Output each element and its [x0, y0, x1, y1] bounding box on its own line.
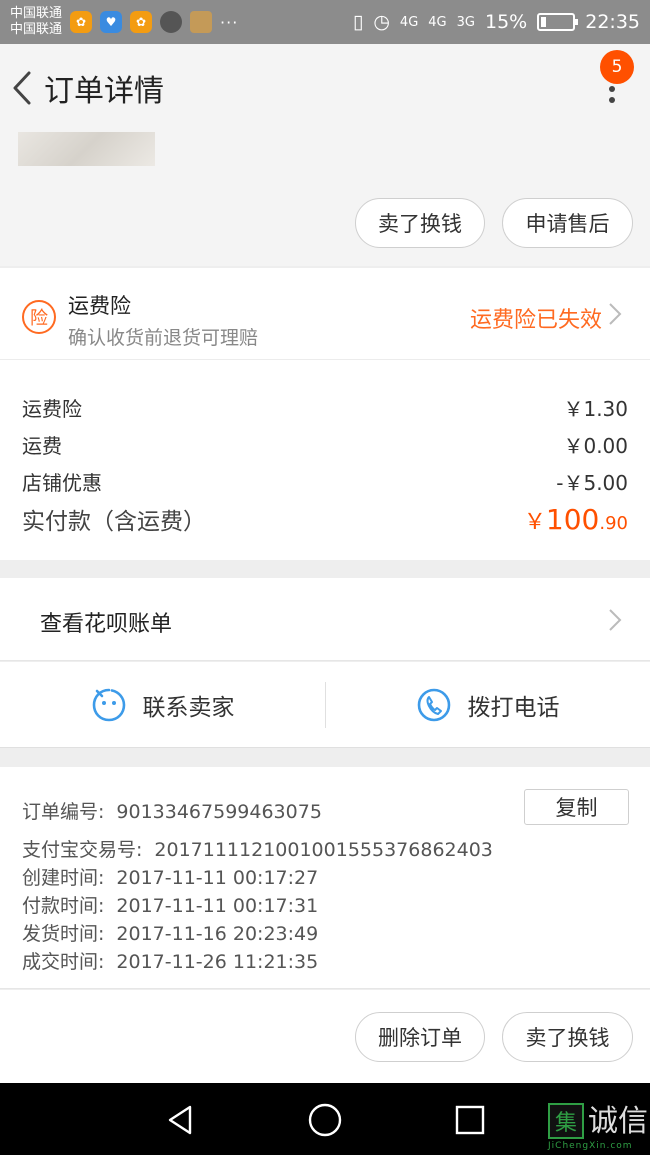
price-amount: -￥5.00 [556, 471, 628, 495]
price-label: 店铺优惠 [22, 471, 102, 495]
contact-seller-button[interactable]: 联系卖家 [0, 662, 325, 748]
system-nav-bar: 集 诚信 JiChengXin.com [0, 1083, 650, 1155]
product-section: 卖了换钱 申请售后 [0, 132, 650, 266]
shipping-insurance-row[interactable]: 险 运费险 确认收货前退货可理赔 运费险已失效 [0, 268, 650, 360]
call-phone-button[interactable]: 拨打电话 [325, 662, 650, 748]
price-row: 店铺优惠 -￥5.00 [22, 467, 628, 496]
completed-time-label: 成交时间: [22, 951, 105, 973]
price-label: 运费 [22, 434, 62, 458]
notification-icons: ✿ ♥ ✿ ··· [70, 11, 238, 33]
sell-for-cash-button[interactable]: 卖了换钱 [355, 198, 485, 248]
back-button[interactable] [2, 44, 42, 132]
created-time-value: 2017-11-11 00:17:27 [116, 867, 319, 889]
page-header: 订单详情 5 [0, 44, 650, 132]
system-indicators: ▯ ◷ 4G 4G 3G 15% 22:35 [353, 11, 640, 33]
insurance-subtitle: 确认收货前退货可理赔 [68, 327, 259, 349]
page-title: 订单详情 [44, 74, 164, 109]
huabei-bill-row[interactable]: 查看花呗账单 [0, 578, 650, 661]
vibrate-icon: ▯ [352, 11, 364, 33]
price-amount: ￥0.00 [563, 434, 628, 458]
network-3g-label: 3G [456, 14, 475, 30]
price-row: 运费 ￥0.00 [22, 430, 628, 459]
network-4g-label: 4G [399, 14, 419, 30]
uc-browser-icon-2: ✿ [130, 11, 153, 33]
contact-bar: 联系卖家 拨打电话 [0, 662, 650, 748]
shipped-time-row: 发货时间: 2017-11-16 20:23:49 [22, 919, 318, 946]
order-number-label: 订单编号: [22, 801, 105, 823]
battery-icon [537, 13, 579, 31]
chevron-left-icon [13, 71, 31, 105]
contact-divider [325, 682, 326, 728]
health-app-icon: ♥ [100, 11, 123, 33]
watermark-text: 诚信 [588, 1104, 648, 1139]
paid-time-row: 付款时间: 2017-11-11 00:17:31 [22, 891, 318, 918]
delete-order-button[interactable]: 删除订单 [355, 1012, 485, 1062]
total-paid-row: 实付款（含运费） ￥100.90 [22, 502, 628, 536]
order-info-section: 订单编号: 90133467599463075 复制 支付宝交易号: 2017111… [0, 767, 650, 989]
circle-home-icon [308, 1103, 342, 1137]
insurance-title: 运费险 [68, 294, 131, 318]
carrier-info: 中国联通 中国联通 [10, 6, 62, 38]
phone-icon [417, 688, 450, 722]
order-number-value: 90133467599463075 [116, 801, 322, 823]
network-4g-signal-label: 4G [428, 14, 447, 30]
alipay-trade-row: 支付宝交易号: 2017111121001001555376862403 [22, 835, 493, 862]
created-time-label: 创建时间: [22, 867, 105, 889]
more-notifications-icon: ··· [220, 12, 239, 32]
contact-seller-label: 联系卖家 [142, 695, 235, 721]
sell-for-cash-button-bottom[interactable]: 卖了换钱 [502, 1012, 633, 1062]
price-row: 运费险 ￥1.30 [22, 393, 628, 422]
total-paid-label: 实付款（含运费） [22, 509, 206, 535]
chevron-right-icon [608, 302, 622, 326]
insurance-status: 运费险已失效 [469, 308, 602, 333]
carrier-1: 中国联通 [10, 6, 63, 21]
chevron-right-icon [608, 608, 622, 632]
status-bar: 中国联通 中国联通 ✿ ♥ ✿ ··· ▯ ◷ 4G 4G 3G 15% 22:… [0, 0, 650, 44]
clock: 22:35 [585, 11, 640, 33]
square-recents-icon [455, 1105, 485, 1135]
watermark-logo-mark: 集 [548, 1103, 584, 1139]
total-decimal: .90 [599, 513, 628, 534]
product-thumbnail[interactable] [18, 132, 155, 166]
bottom-action-bar: 删除订单 卖了换钱 [0, 990, 650, 1083]
alipay-trade-label: 支付宝交易号: [22, 839, 143, 861]
apply-aftersale-button[interactable]: 申请售后 [502, 198, 633, 248]
shipped-time-label: 发货时间: [22, 923, 105, 945]
price-label: 运费险 [22, 397, 82, 421]
price-breakdown: 运费险 ￥1.30 运费 ￥0.00 店铺优惠 -￥5.00 实付款（含运费） … [0, 360, 650, 560]
chat-face-icon [92, 688, 125, 722]
total-integer: 100 [545, 503, 600, 536]
call-phone-label: 拨打电话 [467, 695, 560, 721]
uc-browser-icon: ✿ [70, 11, 93, 33]
price-amount: ￥1.30 [563, 397, 628, 421]
notification-badge: 5 [600, 50, 634, 84]
paid-time-label: 付款时间: [22, 895, 105, 917]
alarm-icon: ◷ [373, 11, 390, 33]
copy-order-number-button[interactable]: 复制 [524, 789, 629, 825]
order-number-row: 订单编号: 90133467599463075 [22, 797, 322, 824]
total-paid-amount: ￥100.90 [524, 503, 628, 536]
watermark-url: JiChengXin.com [548, 1141, 633, 1151]
paid-time-value: 2017-11-11 00:17:31 [116, 895, 319, 917]
carrier-2: 中国联通 [10, 22, 63, 37]
photo-thumbnail-icon [190, 11, 213, 33]
total-currency: ￥ [523, 510, 546, 535]
completed-time-value: 2017-11-26 11:21:35 [116, 951, 319, 973]
shipped-time-value: 2017-11-16 20:23:49 [116, 923, 319, 945]
contact-avatar-icon [160, 11, 183, 33]
nav-back-button[interactable] [160, 1100, 200, 1140]
nav-home-button[interactable] [305, 1100, 345, 1140]
completed-time-row: 成交时间: 2017-11-26 11:21:35 [22, 947, 318, 974]
watermark-logo: 集 诚信 JiChengXin.com [548, 1103, 648, 1151]
nav-recents-button[interactable] [450, 1100, 490, 1140]
huabei-bill-label: 查看花呗账单 [40, 612, 173, 637]
created-time-row: 创建时间: 2017-11-11 00:17:27 [22, 863, 318, 890]
battery-percent: 15% [485, 11, 528, 33]
triangle-back-icon [168, 1105, 192, 1135]
alipay-trade-value: 2017111121001001555376862403 [154, 839, 493, 861]
insurance-icon: 险 [22, 300, 56, 334]
